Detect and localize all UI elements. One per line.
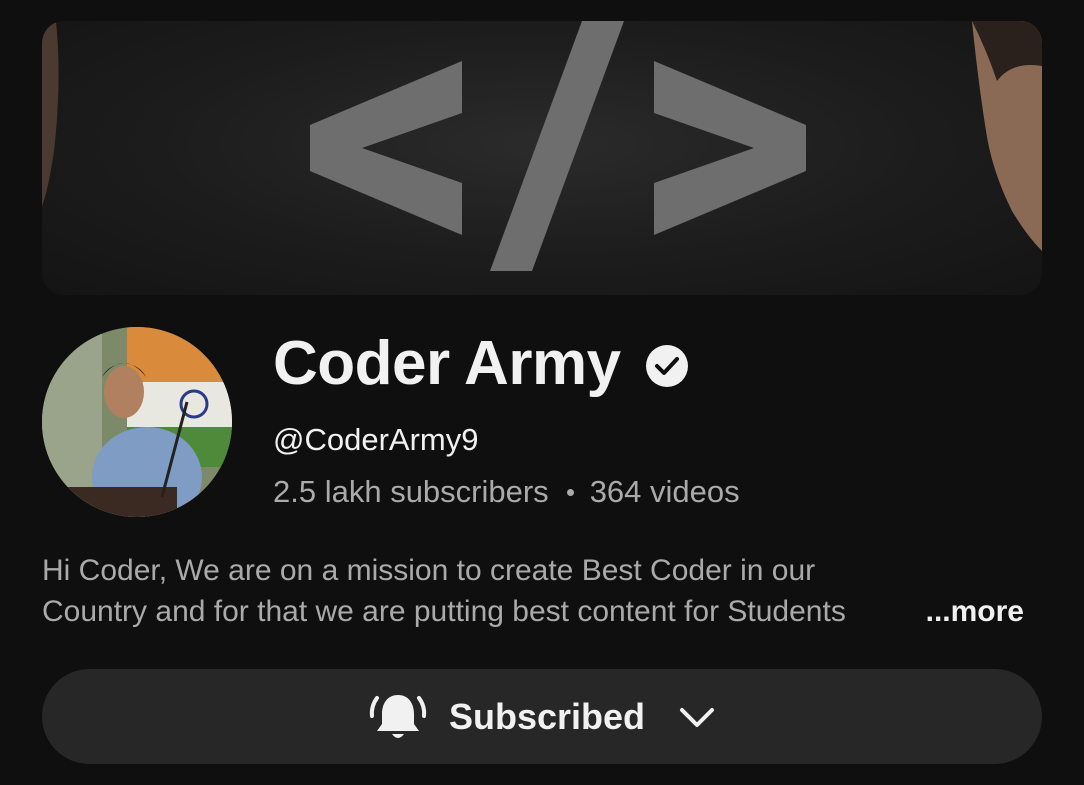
banner-less-than bbox=[310, 61, 462, 235]
channel-name: Coder Army bbox=[273, 329, 621, 398]
banner-code-logo bbox=[42, 21, 1042, 271]
banner-person-left bbox=[42, 21, 59, 206]
channel-avatar[interactable] bbox=[42, 327, 232, 517]
subscribed-label: Subscribed bbox=[448, 695, 646, 737]
banner-greater-than bbox=[654, 61, 806, 235]
verified-check-icon bbox=[645, 344, 689, 388]
subscriber-count: 2.5 lakh subscribers bbox=[273, 474, 549, 509]
notification-bell-ringing-icon bbox=[367, 686, 429, 748]
video-count: 364 videos bbox=[589, 474, 740, 509]
subscribed-button[interactable]: Subscribed bbox=[42, 669, 1042, 764]
description-line-2: Country and for that we are putting best… bbox=[42, 595, 846, 628]
banner-slash bbox=[490, 21, 624, 271]
channel-stats: 2.5 lakh subscribers 364 videos bbox=[273, 472, 740, 512]
chevron-down-icon bbox=[677, 697, 717, 737]
more-link[interactable]: ...more bbox=[926, 591, 1024, 632]
channel-banner bbox=[42, 21, 1042, 295]
channel-description[interactable]: Hi Coder, We are on a mission to create … bbox=[42, 550, 1032, 632]
description-line-1: Hi Coder, We are on a mission to create … bbox=[42, 554, 816, 587]
channel-title-row: Coder Army bbox=[273, 328, 689, 400]
channel-handle: @CoderArmy9 bbox=[273, 422, 479, 457]
separator-dot bbox=[566, 488, 574, 496]
